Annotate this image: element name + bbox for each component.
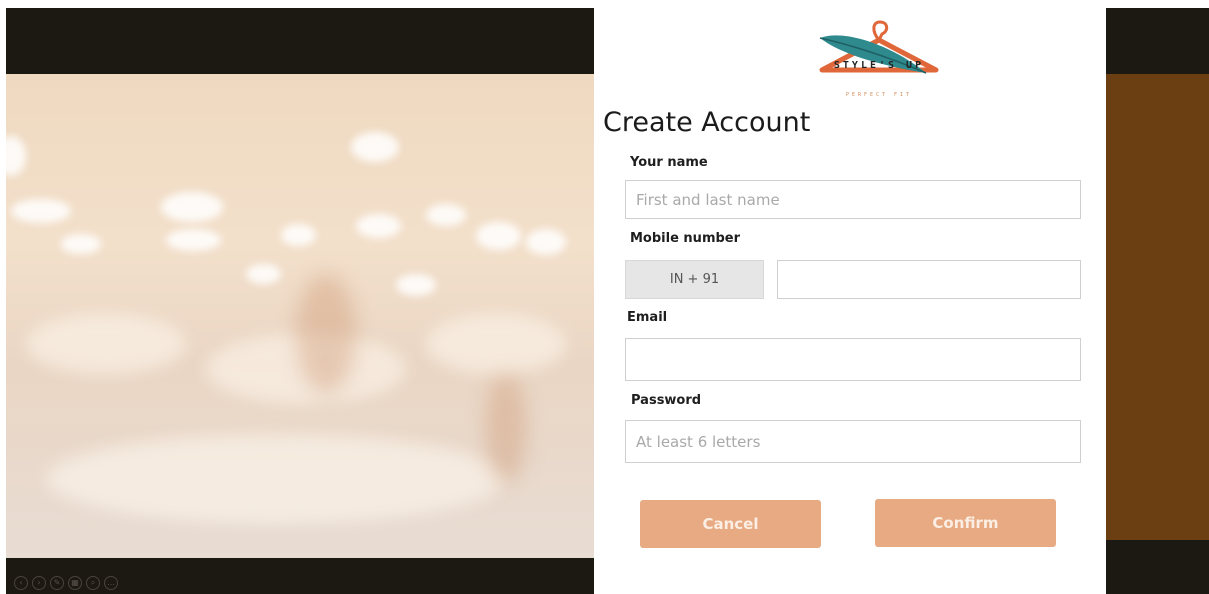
brown-panel	[1106, 74, 1209, 540]
country-code-select[interactable]: IN + 91	[625, 260, 764, 299]
background-slide-left: ‹ › ✎ ▦ ⌕ …	[6, 8, 594, 594]
confirm-button[interactable]: Confirm	[875, 499, 1056, 547]
more-icon[interactable]: …	[104, 576, 118, 590]
zoom-icon[interactable]: ⌕	[86, 576, 100, 590]
email-label: Email	[627, 310, 668, 325]
slides-icon[interactable]: ▦	[68, 576, 82, 590]
name-label: Your name	[630, 155, 708, 170]
next-icon[interactable]: ›	[32, 576, 46, 590]
mobile-label: Mobile number	[630, 231, 741, 246]
blurred-store-photo	[6, 74, 594, 558]
brand-logo: STYLE'S UP PERFECT FIT	[806, 18, 952, 104]
pen-icon[interactable]: ✎	[50, 576, 64, 590]
cancel-button[interactable]: Cancel	[640, 500, 821, 548]
name-input[interactable]: First and last name	[625, 180, 1081, 219]
brand-tagline: PERFECT FIT	[845, 92, 913, 98]
brand-name: STYLE'S UP	[833, 60, 925, 71]
prev-icon[interactable]: ‹	[14, 576, 28, 590]
password-label: Password	[631, 393, 702, 408]
email-input[interactable]	[625, 338, 1081, 381]
page-title: Create Account	[603, 107, 811, 138]
slideshow-controls: ‹ › ✎ ▦ ⌕ …	[14, 576, 118, 590]
create-account-panel: STYLE'S UP PERFECT FIT Create Account Yo…	[594, 0, 1106, 594]
mobile-input[interactable]	[777, 260, 1081, 299]
background-slide-right	[1106, 8, 1209, 594]
password-input[interactable]: At least 6 letters	[625, 420, 1081, 463]
